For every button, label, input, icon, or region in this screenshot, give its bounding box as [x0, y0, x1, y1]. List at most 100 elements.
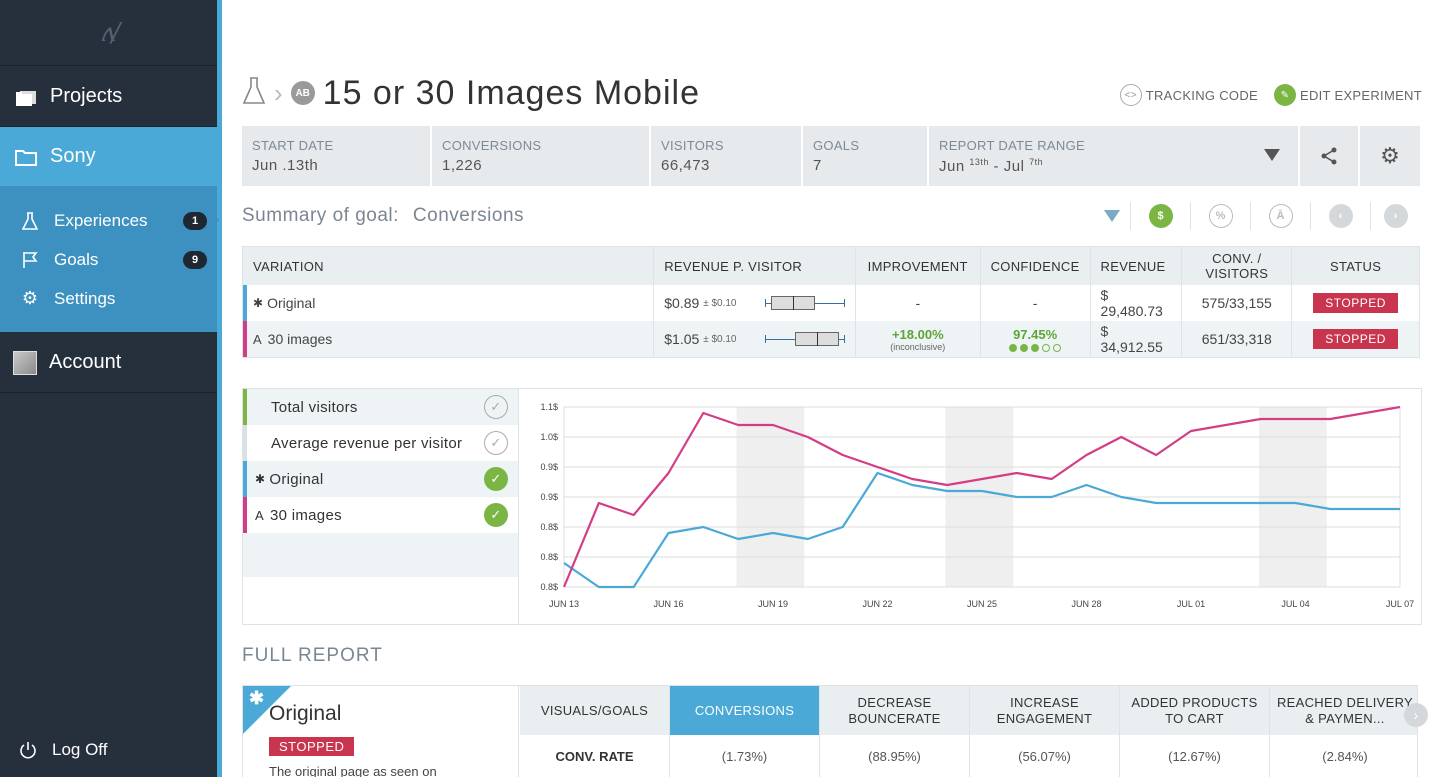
revenue-line-chart[interactable]: 1.1$ 1.0$ 0.9$ 0.9$ 0.8$ 0.8$ 0.8$ JUN 13 JUN 16…	[520, 389, 1421, 624]
column-header[interactable]: IMPROVEMENT	[856, 247, 981, 285]
share-button[interactable]	[1300, 126, 1360, 186]
stat-label: START DATE	[252, 138, 334, 153]
active-item-arrow	[210, 211, 219, 229]
legend-label: Total visitors	[271, 398, 358, 416]
sidebar-project-label: Sony	[50, 145, 96, 167]
status-cell: STOPPED	[1292, 285, 1419, 321]
stat-value: 7	[813, 157, 822, 174]
column-header[interactable]: CONFIDENCE	[981, 247, 1091, 285]
sidebar-projects-label: Projects	[50, 85, 123, 107]
column-header[interactable]: VARIATION	[243, 247, 655, 285]
check-icon[interactable]: ✓	[484, 467, 508, 491]
stat-visitors: VISITORS 66,473	[651, 126, 803, 186]
percent-icon: %	[1208, 204, 1233, 228]
chevron-down-icon[interactable]	[1264, 148, 1280, 166]
settings-button[interactable]: ⚙	[1360, 126, 1420, 186]
full-report-title: FULL REPORT	[242, 645, 383, 666]
legend-item-variation-a[interactable]: A 30 images ✓	[243, 497, 518, 533]
report-column-header[interactable]: CONVERSIONS	[670, 686, 819, 735]
status-badge: STOPPED	[1313, 293, 1398, 313]
sidebar-item-project[interactable]: Sony	[0, 127, 217, 186]
x-tick-label: JUL 01	[1177, 599, 1205, 609]
tracking-code-button[interactable]: <> TRACKING CODE	[1119, 84, 1258, 106]
column-header[interactable]: STATUS	[1292, 247, 1419, 285]
flask-icon[interactable]	[242, 76, 266, 111]
check-icon[interactable]: ✓	[484, 395, 508, 419]
column-header[interactable]: REVENUE P. VISITOR	[654, 247, 856, 285]
pencil-icon: ✎	[1273, 84, 1296, 106]
table-row[interactable]: A 30 images $1.05 ± $0.10 +18.00% (incon…	[243, 321, 1419, 357]
report-variation-card: ✱ Original STOPPED The original page as …	[243, 686, 519, 777]
report-cell: (12.67%)	[1168, 749, 1221, 764]
avatar	[13, 350, 37, 375]
y-tick-label: 0.9$	[540, 462, 558, 472]
goals-count-badge: 9	[183, 250, 207, 269]
conv-visitors-cell: 651/33,318	[1182, 321, 1293, 357]
rpv-value: $1.05	[664, 331, 700, 347]
chevron-down-icon	[1104, 210, 1120, 222]
check-icon[interactable]: ✓	[484, 503, 508, 527]
summary-toolbar: $ % Ā ‹ ›	[1094, 202, 1420, 230]
column-header[interactable]: CONV. / VISITORS	[1182, 247, 1293, 285]
sidebar-item-settings[interactable]: ⚙ Settings	[0, 279, 217, 318]
revenue-cell: $ 29,480.73	[1091, 285, 1183, 321]
legend-label: Original	[269, 470, 324, 488]
average-icon: Ā	[1268, 204, 1293, 228]
y-tick-label: 0.8$	[540, 582, 558, 592]
logoff-label: Log Off	[52, 740, 108, 759]
chevron-right-icon[interactable]: ›	[1404, 703, 1428, 727]
legend-item-avg-revenue[interactable]: Average revenue per visitor ✓	[243, 425, 518, 461]
report-column-header[interactable]: ADDED PRODUCTS TO CART	[1120, 686, 1269, 735]
x-tick-label: JUL 04	[1281, 599, 1309, 609]
x-tick-label: JUN 22	[862, 599, 892, 609]
stat-start-date: START DATE Jun .13th	[242, 126, 432, 186]
sidebar-item-goals[interactable]: Goals 9	[0, 240, 217, 279]
goal-dropdown-button[interactable]	[1094, 202, 1130, 230]
page-header: › AB 15 or 30 Images Mobile <> TRACKING …	[242, 70, 1422, 116]
projects-icon	[14, 88, 38, 106]
next-button[interactable]: ›	[1370, 202, 1420, 230]
prev-button[interactable]: ‹	[1310, 202, 1370, 230]
report-date-range[interactable]: REPORT DATE RANGE Jun 13th - Jul 7th	[929, 126, 1300, 186]
revenue-view-button[interactable]: $	[1130, 202, 1190, 230]
report-column-header[interactable]: INCREASE ENGAGEMENT	[970, 686, 1119, 735]
sidebar-item-account[interactable]: Account	[0, 333, 217, 393]
column-header[interactable]: REVENUE	[1091, 247, 1183, 285]
variation-name: 30 images	[267, 331, 333, 347]
improvement-cell: -	[856, 285, 981, 321]
check-icon[interactable]: ✓	[484, 431, 508, 455]
stat-value: Jun .13th	[252, 157, 319, 174]
app-logo[interactable]: ʌ/	[0, 0, 217, 66]
stat-conversions: CONVERSIONS 1,226	[432, 126, 651, 186]
confidence-cell: -	[981, 285, 1091, 321]
report-cell: (2.84%)	[1322, 749, 1368, 764]
report-row-label: CONV. RATE	[555, 749, 634, 764]
sidebar-item-projects[interactable]: Projects	[0, 67, 217, 127]
legend-item-original[interactable]: ✱ Original ✓	[243, 461, 518, 497]
gear-icon: ⚙	[21, 288, 39, 308]
report-column-header[interactable]: VISUALS/GOALS	[520, 686, 669, 735]
ab-test-badge: AB	[290, 81, 315, 105]
variation-name: Original	[267, 295, 316, 311]
code-icon: <>	[1119, 84, 1142, 106]
average-view-button[interactable]: Ā	[1250, 202, 1310, 230]
sidebar-item-experiences[interactable]: Experiences 1	[0, 201, 217, 240]
sidebar: ʌ/ Projects Sony Experiences 1 Goals 9 ⚙…	[0, 0, 222, 777]
report-column-header[interactable]: DECREASE BOUNCERATE	[820, 686, 969, 735]
legend-label: 30 images	[269, 506, 342, 524]
folder-icon	[14, 148, 38, 166]
status-badge: STOPPED	[269, 737, 355, 756]
report-status: STOPPED	[269, 737, 355, 756]
edit-experiment-button[interactable]: ✎ EDIT EXPERIMENT	[1273, 84, 1422, 106]
legend-item-total-visitors[interactable]: Total visitors ✓	[243, 389, 518, 425]
stat-label: GOALS	[813, 138, 860, 153]
report-column-header[interactable]: REACHED DELIVERY & PAYMEN...	[1270, 686, 1417, 735]
percent-view-button[interactable]: %	[1190, 202, 1250, 230]
y-tick-label: 0.8$	[540, 552, 558, 562]
table-row[interactable]: ✱ Original $0.89 ± $0.10 - - $ 29,480.73…	[243, 285, 1419, 321]
logoff-button[interactable]: Log Off	[0, 730, 217, 770]
conv-visitors-cell: 575/33,155	[1182, 285, 1293, 321]
legend-label: Average revenue per visitor	[271, 434, 463, 452]
revenue-cell: $ 34,912.55	[1091, 321, 1183, 357]
report-variation-description: The original page as seen on	[269, 764, 437, 777]
